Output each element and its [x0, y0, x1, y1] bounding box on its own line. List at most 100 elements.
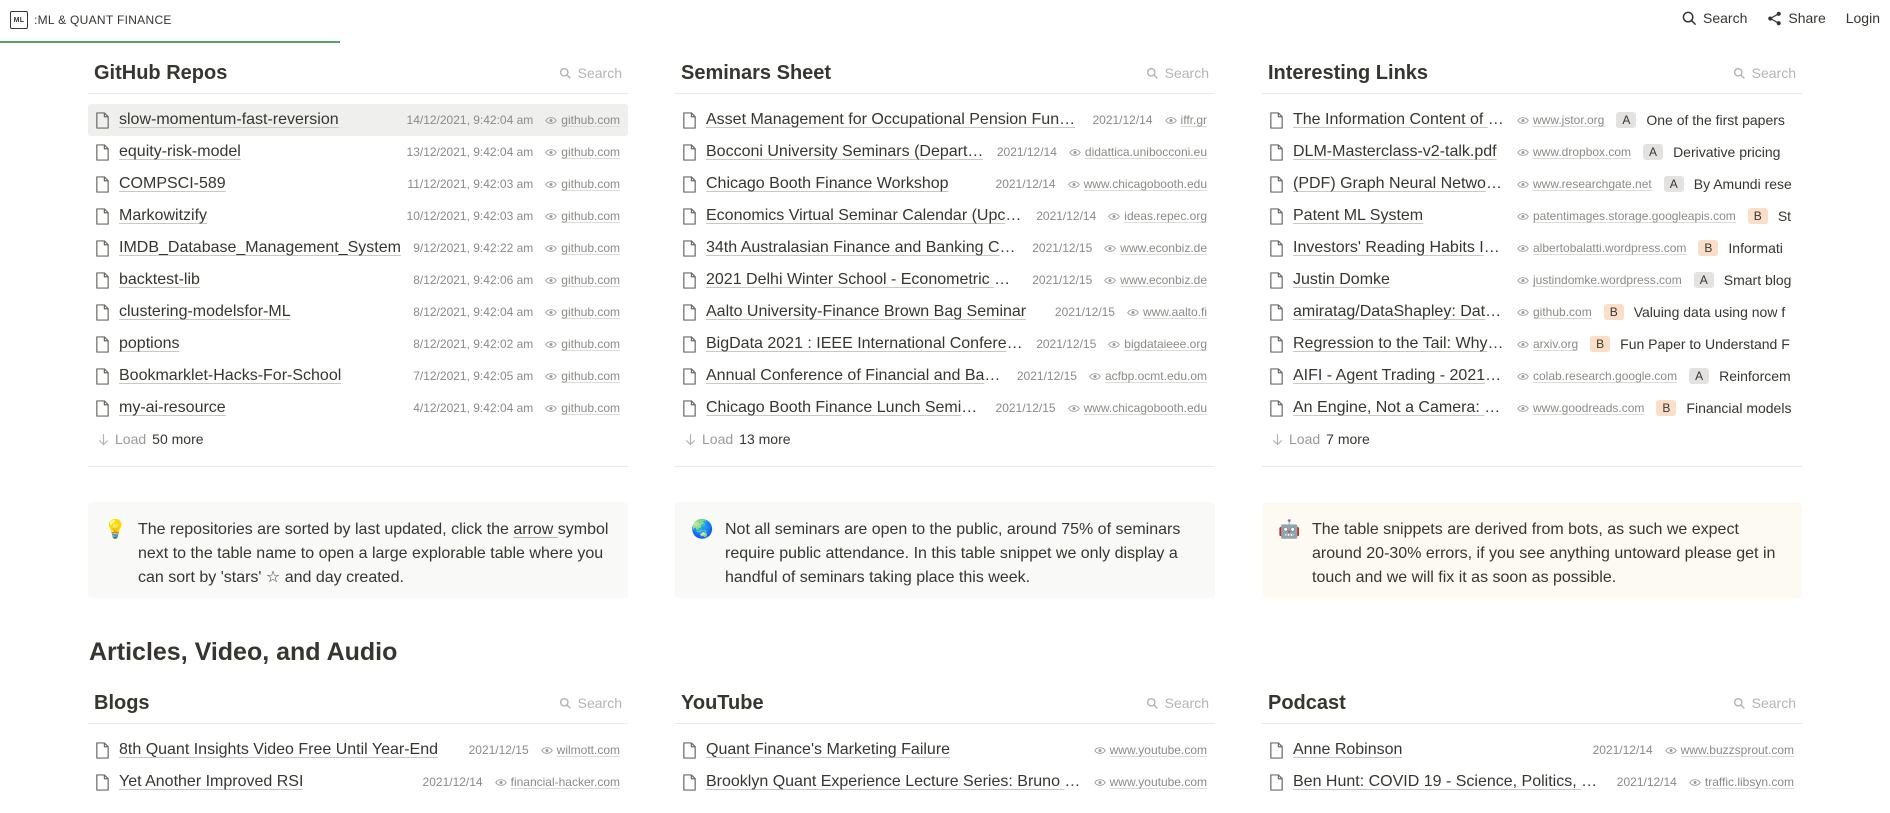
panel-search-button[interactable]: Search: [1146, 65, 1209, 85]
table-row[interactable]: Asset Management for Occupational Pensio…: [675, 104, 1215, 136]
table-row[interactable]: Yet Another Improved RSI 2021/12/14 financ…: [88, 766, 628, 798]
row-url[interactable]: justindomke.wordpress.com: [1505, 273, 1682, 287]
panel-title[interactable]: Seminars Sheet: [681, 62, 831, 85]
row-url[interactable]: acfbp.ocmt.edu.om: [1077, 369, 1207, 383]
row-url[interactable]: github.com: [533, 401, 620, 415]
table-row[interactable]: Quant Finance's Marketing Failure www.you…: [675, 734, 1215, 766]
table-row[interactable]: Chicago Booth Finance Workshop 2021/12/14…: [675, 168, 1215, 200]
panel-search-button[interactable]: Search: [1733, 695, 1796, 715]
row-url[interactable]: iffr.gr: [1153, 113, 1207, 127]
row-title[interactable]: equity-risk-model: [119, 143, 241, 161]
row-title[interactable]: amiratag/DataShapley: Data S: [1293, 303, 1505, 321]
row-title[interactable]: Justin Domke: [1293, 271, 1505, 289]
row-url[interactable]: colab.research.google.com: [1505, 369, 1677, 383]
row-title[interactable]: Bocconi University Seminars (Depart…: [706, 143, 983, 161]
table-row[interactable]: 34th Australasian Finance and Banking Co…: [675, 232, 1215, 264]
row-url[interactable]: www.chicagobooth.edu: [1056, 401, 1207, 415]
row-title[interactable]: (PDF) Graph Neural Networks: [1293, 175, 1505, 193]
row-url[interactable]: github.com: [533, 145, 620, 159]
panel-title[interactable]: Blogs: [94, 692, 150, 715]
panel-search-button[interactable]: Search: [559, 65, 622, 85]
row-url[interactable]: wilmott.com: [529, 743, 620, 757]
row-url[interactable]: albertobalatti.wordpress.com: [1505, 241, 1686, 255]
table-row[interactable]: COMPSCI-589 11/12/2021, 9:42:03 am github.…: [88, 168, 628, 200]
row-url[interactable]: bigdataieee.org: [1096, 337, 1207, 351]
table-row[interactable]: AIFI - Agent Trading - 2021.ipy colab.res…: [1262, 360, 1802, 392]
arrow-link[interactable]: arrow: [513, 521, 557, 538]
row-title[interactable]: Aalto University-Finance Brown Bag Semin…: [706, 303, 1026, 321]
panel-title[interactable]: Podcast: [1268, 692, 1346, 715]
row-title[interactable]: COMPSCI-589: [119, 175, 226, 193]
panel-title[interactable]: YouTube: [681, 692, 764, 715]
row-url[interactable]: github.com: [533, 273, 620, 287]
row-title[interactable]: IMDB_Database_Management_System: [119, 239, 401, 257]
panel-title[interactable]: Interesting Links: [1268, 62, 1428, 85]
row-title[interactable]: Investors' Reading Habits Influ: [1293, 239, 1505, 257]
row-title[interactable]: Anne Robinson: [1293, 741, 1402, 759]
row-title[interactable]: Brooklyn Quant Experience Lecture Series…: [706, 773, 1082, 791]
row-url[interactable]: github.com: [533, 209, 620, 223]
row-title[interactable]: Patent ML System: [1293, 207, 1505, 225]
load-more-button[interactable]: Load 7 more: [1262, 424, 1802, 454]
table-row[interactable]: IMDB_Database_Management_System 9/12/2021…: [88, 232, 628, 264]
row-url[interactable]: github.com: [533, 337, 620, 351]
row-title[interactable]: Chicago Booth Finance Lunch Seminar: [706, 399, 984, 417]
row-title[interactable]: Asset Management for Occupational Pensio…: [706, 111, 1075, 129]
brand[interactable]: ML :ML & QUANT FINANCE: [10, 11, 172, 29]
table-row[interactable]: Markowitzify 10/12/2021, 9:42:03 am github…: [88, 200, 628, 232]
panel-search-button[interactable]: Search: [1146, 695, 1209, 715]
table-row[interactable]: Regression to the Tail: Why th arxiv.org B…: [1262, 328, 1802, 360]
table-row[interactable]: Patent ML System patentimages.storage.goo…: [1262, 200, 1802, 232]
row-url[interactable]: github.com: [533, 177, 620, 191]
table-row[interactable]: Ben Hunt: COVID 19 - Science, Politics, …: [1262, 766, 1802, 798]
row-title[interactable]: my-ai-resource: [119, 399, 226, 417]
row-url[interactable]: financial-hacker.com: [483, 775, 620, 789]
row-url[interactable]: ideas.repec.org: [1096, 209, 1207, 223]
row-url[interactable]: github.com: [533, 369, 620, 383]
row-url[interactable]: arxiv.org: [1505, 337, 1578, 351]
row-url[interactable]: github.com: [1505, 305, 1592, 319]
panel-search-button[interactable]: Search: [559, 695, 622, 715]
row-title[interactable]: Markowitzify: [119, 207, 207, 225]
row-title[interactable]: Ben Hunt: COVID 19 - Science, Politics, …: [1293, 773, 1605, 791]
row-title[interactable]: AIFI - Agent Trading - 2021.ipy: [1293, 367, 1505, 385]
table-row[interactable]: backtest-lib 8/12/2021, 9:42:06 am github.…: [88, 264, 628, 296]
row-url[interactable]: www.youtube.com: [1082, 743, 1207, 757]
table-row[interactable]: Brooklyn Quant Experience Lecture Series…: [675, 766, 1215, 798]
row-title[interactable]: DLM-Masterclass-v2-talk.pdf: [1293, 143, 1505, 161]
row-title[interactable]: The Information Content of Fo: [1293, 111, 1505, 129]
table-row[interactable]: my-ai-resource 4/12/2021, 9:42:04 am githu…: [88, 392, 628, 424]
row-title[interactable]: 34th Australasian Finance and Banking Co…: [706, 239, 1020, 257]
table-row[interactable]: (PDF) Graph Neural Networks www.researchg…: [1262, 168, 1802, 200]
table-row[interactable]: 2021 Delhi Winter School - Econometric S…: [675, 264, 1215, 296]
table-row[interactable]: The Information Content of Fo www.jstor.o…: [1262, 104, 1802, 136]
row-url[interactable]: www.buzzsprout.com: [1653, 743, 1794, 757]
table-row[interactable]: Investors' Reading Habits Influ albertoba…: [1262, 232, 1802, 264]
table-row[interactable]: BigData 2021 : IEEE International Confer…: [675, 328, 1215, 360]
row-url[interactable]: www.aalto.fi: [1115, 305, 1207, 319]
table-row[interactable]: 8th Quant Insights Video Free Until Year…: [88, 734, 628, 766]
table-row[interactable]: Justin Domke justindomke.wordpress.com A Sm…: [1262, 264, 1802, 296]
table-row[interactable]: poptions 8/12/2021, 9:42:02 am github.com: [88, 328, 628, 360]
table-row[interactable]: Economics Virtual Seminar Calendar (Upco…: [675, 200, 1215, 232]
row-url[interactable]: www.researchgate.net: [1505, 177, 1652, 191]
row-title[interactable]: BigData 2021 : IEEE International Confer…: [706, 335, 1024, 353]
load-more-button[interactable]: Load 50 more: [88, 424, 628, 454]
row-title[interactable]: Economics Virtual Seminar Calendar (Upco…: [706, 207, 1024, 225]
table-row[interactable]: Aalto University-Finance Brown Bag Semin…: [675, 296, 1215, 328]
login-button[interactable]: Login: [1846, 10, 1880, 26]
row-title[interactable]: An Engine, Not a Camera: How: [1293, 399, 1505, 417]
row-title[interactable]: Yet Another Improved RSI: [119, 773, 303, 791]
row-title[interactable]: poptions: [119, 335, 180, 353]
row-url[interactable]: www.goodreads.com: [1505, 401, 1644, 415]
row-url[interactable]: www.dropbox.com: [1505, 145, 1631, 159]
search-button[interactable]: Search: [1682, 10, 1747, 26]
row-title[interactable]: Chicago Booth Finance Workshop: [706, 175, 949, 193]
row-url[interactable]: www.youtube.com: [1082, 775, 1207, 789]
row-title[interactable]: slow-momentum-fast-reversion: [119, 111, 339, 129]
row-title[interactable]: 2021 Delhi Winter School - Econometric S…: [706, 271, 1020, 289]
table-row[interactable]: Bocconi University Seminars (Depart… 2021…: [675, 136, 1215, 168]
table-row[interactable]: An Engine, Not a Camera: How www.goodread…: [1262, 392, 1802, 424]
table-row[interactable]: clustering-modelsfor-ML 8/12/2021, 9:42:0…: [88, 296, 628, 328]
share-button[interactable]: Share: [1767, 10, 1826, 26]
